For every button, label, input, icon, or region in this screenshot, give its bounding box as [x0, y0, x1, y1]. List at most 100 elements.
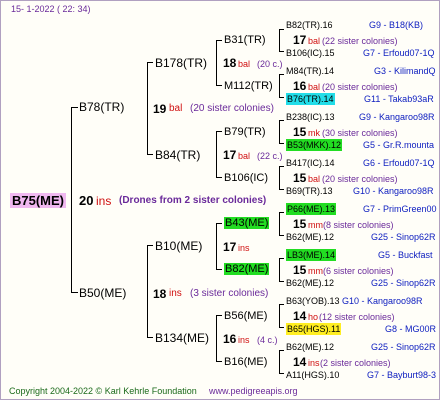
connector: [279, 29, 280, 52]
gen2-queen-3[interactable]: B10(ME): [155, 239, 202, 253]
gen3-queen[interactable]: B43(ME): [224, 217, 270, 229]
gen4-abbr: ins: [308, 358, 320, 368]
gen4-queen[interactable]: B53(MKK).12: [286, 139, 343, 151]
gen4-queen[interactable]: LB3(ME).14: [286, 249, 337, 261]
connector: [147, 337, 153, 338]
gen4-queen[interactable]: B82(TR).16: [286, 19, 333, 31]
gen4-code: G25 - Sinop62R: [371, 278, 436, 288]
gen4-code: G5 - Gr.R.mounta: [363, 140, 435, 150]
gen3-queen[interactable]: B16(ME): [224, 356, 267, 368]
connector: [279, 74, 284, 75]
lower-queen[interactable]: B50(ME): [79, 286, 126, 300]
connector: [279, 212, 284, 213]
connector: [216, 315, 222, 316]
gen4-queen[interactable]: B417(IC).14: [286, 157, 335, 169]
connector: [279, 304, 280, 328]
gen4-count: 17: [293, 33, 307, 47]
root-count: 20: [79, 193, 94, 208]
gen4-queen[interactable]: B106(IC).15: [286, 47, 335, 59]
gen2-queen-4[interactable]: B134(ME): [155, 331, 209, 345]
gen2-abbr-3: ins: [238, 243, 250, 253]
gen4-code: G3 - KilimandQ: [374, 66, 436, 76]
gen4-abbr: bal: [308, 174, 321, 184]
connector: [279, 212, 280, 236]
gen3-queen[interactable]: B79(TR): [224, 126, 266, 138]
gen4-count: 14: [293, 355, 307, 369]
gen4-queen[interactable]: B62(ME).12: [286, 277, 334, 289]
gen4-queen[interactable]: M84(TR).14: [286, 65, 334, 77]
gen4-code: G10 - Kangaroo98R: [342, 296, 423, 306]
gen2-count-3: 17: [223, 240, 237, 254]
connector: [279, 304, 284, 305]
gen3-queen[interactable]: B82(ME): [224, 263, 270, 275]
gen4-abbr: bal: [308, 82, 321, 92]
gen4-queen[interactable]: B62(ME).12: [286, 231, 334, 243]
gen4-code: G7 - Erfoud07-1Q: [363, 48, 435, 58]
connector: [71, 107, 72, 293]
upper-count: 19: [153, 102, 167, 116]
gen4-code: G8 - MG00R: [385, 324, 437, 334]
gen3-queen[interactable]: B31(TR): [224, 34, 266, 46]
connector: [279, 166, 284, 167]
connector: [147, 62, 148, 155]
gen3-queen[interactable]: B106(IC): [224, 172, 268, 184]
connector: [216, 269, 222, 270]
connector: [216, 131, 217, 178]
gen4-queen[interactable]: B63(YOB).13: [286, 295, 340, 307]
gen4-queen[interactable]: B76(TR).14: [286, 93, 335, 105]
gen4-note: (6 sister colonies): [323, 266, 394, 276]
connector: [279, 51, 284, 52]
connector: [216, 40, 217, 86]
connector: [279, 281, 284, 282]
gen4-queen[interactable]: B69(TR).13: [286, 185, 333, 197]
gen4-abbr: mm: [308, 220, 323, 230]
gen4-queen[interactable]: P66(ME).13: [286, 203, 337, 215]
gen4-queen[interactable]: B238(IC).13: [286, 111, 335, 123]
gen2-count-2: 17: [223, 148, 237, 162]
gen4-code: G7 - PrimGreen00: [363, 204, 437, 214]
gen4-code: G11 - Takab93aR: [364, 94, 434, 104]
connector: [279, 189, 284, 190]
gen2-queen-2[interactable]: B84(TR): [155, 148, 200, 162]
gen3-queen[interactable]: B56(ME): [224, 310, 267, 322]
lower-abbr: ins: [169, 288, 182, 299]
gen2-abbr-2: bal: [238, 151, 251, 161]
gen4-count: 14: [293, 309, 307, 323]
connector: [279, 235, 284, 236]
connector: [71, 107, 78, 108]
gen4-code: G9 - B18(KB): [369, 20, 424, 30]
connector: [279, 373, 284, 374]
lower-note: (3 sister colonies): [190, 288, 269, 299]
connector: [279, 258, 280, 282]
gen2-abbr-4: ins: [238, 335, 250, 345]
gen4-queen[interactable]: B65(HGS).11: [286, 323, 342, 335]
gen4-code: G9 - Kangaroo98R: [359, 112, 435, 122]
gen4-note: (8 sister colonies): [323, 220, 394, 230]
gen4-queen[interactable]: B62(ME).12: [286, 341, 334, 353]
gen4-code: G25 - Sinop62R: [371, 232, 436, 242]
connector: [147, 154, 153, 155]
upper-note: (20 sister colonies): [190, 103, 274, 114]
connector: [279, 120, 284, 121]
connector: [216, 223, 222, 224]
connector: [279, 327, 284, 328]
connector: [216, 131, 222, 132]
gen4-queen[interactable]: A11(HGS).10: [286, 369, 339, 381]
connector: [216, 315, 217, 362]
gen2-note-2: (22 c.): [257, 151, 283, 161]
upper-queen[interactable]: B78(TR): [79, 100, 124, 114]
website-link[interactable]: www.pedigreeapis.org: [209, 385, 298, 397]
connector: [147, 245, 148, 338]
gen4-count: 15: [293, 125, 307, 139]
gen4-code: G10 - Kangaroo98R: [353, 186, 434, 196]
gen2-queen-1[interactable]: B178(TR): [155, 56, 207, 70]
copyright-text: Copyright 2004-2022 © Karl Kehrle Founda…: [9, 386, 197, 396]
gen4-note: (12 sister colonies): [319, 312, 395, 322]
root-queen[interactable]: B75(ME): [10, 193, 67, 208]
connector: [216, 223, 217, 270]
gen4-note: (20 sister colonies): [322, 82, 398, 92]
connector: [216, 85, 222, 86]
gen3-queen[interactable]: M112(TR): [224, 80, 273, 92]
gen4-count: 15: [293, 263, 307, 277]
gen2-abbr-1: bal: [238, 59, 251, 69]
